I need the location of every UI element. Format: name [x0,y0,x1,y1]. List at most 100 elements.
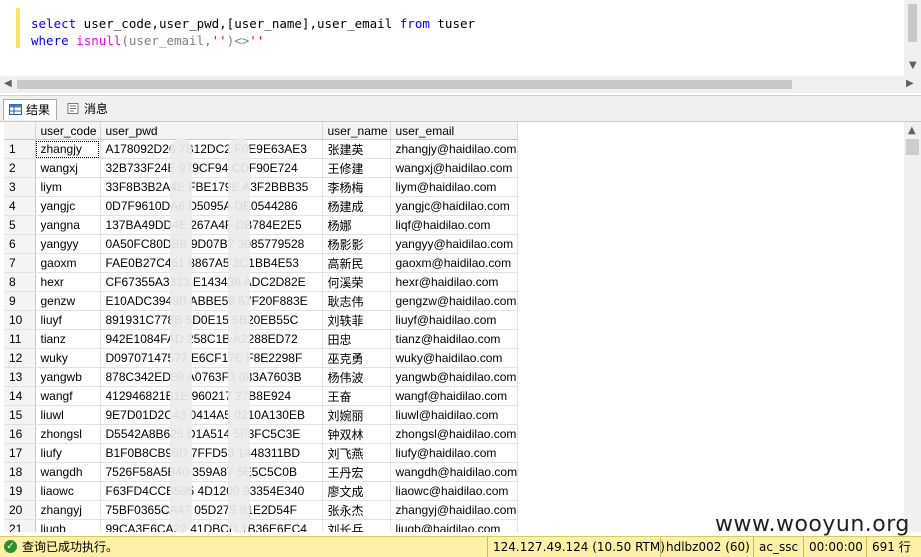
cell-user-name[interactable]: 杨伟波 [322,367,391,387]
sql-editor[interactable]: select user_code,user_pwd,[user_name],us… [0,0,921,76]
cell-user-pwd[interactable]: 75BF0365CA47 05D275 81E2D54F [100,500,323,520]
cell-user-pwd[interactable]: A178092D26 7B12DC2 F0E9E63AE3 [100,139,323,159]
cell-user-email[interactable]: hexr@haidilao.com [390,272,519,292]
row-number[interactable]: 1 [4,139,36,159]
cell-user-code[interactable]: liugb [35,519,101,532]
cell-user-pwd[interactable]: FAE0B27C451 8867A5 3C1BB4E53 [100,253,323,273]
cell-user-name[interactable]: 刘长兵 [322,519,391,532]
cell-user-pwd[interactable]: 891931C778B 5D0E15 5B20EB55C [100,310,323,330]
table-row[interactable]: 18 wangdh 7526F58A5B40 359A87 5E5C5C0B 王丹宏 w… [4,462,519,482]
cell-user-email[interactable]: liym@haidilao.com [390,177,519,197]
cell-user-code[interactable]: liuyf [35,310,101,330]
cell-user-email[interactable]: gaoxm@haidilao.com [390,253,519,273]
row-number[interactable]: 16 [4,424,36,444]
cell-user-pwd[interactable]: 137BA49DD4E 267A4F DB784E2E5 [100,215,323,235]
row-number[interactable]: 13 [4,367,36,387]
scroll-down-icon[interactable]: ▼ [909,60,917,71]
cell-user-pwd[interactable]: CF67355A3333 E143439 ADC2D82E [100,272,323,292]
cell-user-email[interactable]: zhongsl@haidilao.com [390,424,519,444]
cell-user-code[interactable]: yangna [35,215,101,235]
table-row[interactable]: 7 gaoxm FAE0B27C451 8867A5 3C1BB4E53 高新民 gao… [4,253,519,273]
cell-user-name[interactable]: 杨影影 [322,234,391,254]
row-number[interactable]: 12 [4,348,36,368]
row-number[interactable]: 20 [4,500,36,520]
row-number[interactable]: 9 [4,291,36,311]
table-row[interactable]: 16 zhongsl D5542A8B625 D1A514 5F3FC5C3E 钟双林… [4,424,519,444]
row-number[interactable]: 21 [4,519,36,532]
cell-user-email[interactable]: liufy@haidilao.com [390,443,519,463]
editor-horizontal-scrollbar[interactable]: ◀ ▶ [0,76,921,93]
table-row[interactable]: 9 genzw E10ADC3949B ABBE56 57F20F883E 耿志伟 ge… [4,291,519,311]
grid-vscroll-thumb[interactable] [906,139,919,155]
cell-user-code[interactable]: wuky [35,348,101,368]
table-row[interactable]: 13 yangwb 878C342ED89 A0763F3 083A7603B 杨伟波… [4,367,519,387]
cell-user-pwd[interactable]: 412946821B1E 960217 27B8E924 [100,386,323,406]
cell-user-email[interactable]: zhangyj@haidilao.com [390,500,519,520]
row-number[interactable]: 18 [4,462,36,482]
grid-vertical-scrollbar[interactable]: ▲ [904,122,921,532]
table-row[interactable]: 12 wuky D09707147577 E6CF17E F8E2298F 巫克勇 wu… [4,348,519,368]
cell-user-name[interactable]: 刘飞燕 [322,443,391,463]
table-row[interactable]: 14 wangf 412946821B1E 960217 27B8E924 王奋 wan… [4,386,519,406]
cell-user-code[interactable]: wangdh [35,462,101,482]
cell-user-code[interactable]: zhangjy [35,139,101,159]
cell-user-code[interactable]: wangf [35,386,101,406]
cell-user-pwd[interactable]: D5542A8B625 D1A514 5F3FC5C3E [100,424,323,444]
table-row[interactable]: 4 yangjc 0D7F9610DA6 D5095A DE0544286 杨建成 ya… [4,196,519,216]
cell-user-name[interactable]: 李杨梅 [322,177,391,197]
row-number[interactable]: 2 [4,158,36,178]
tab-messages[interactable]: 消息 [62,99,114,119]
cell-user-code[interactable]: yangyy [35,234,101,254]
cell-user-email[interactable]: liaowc@haidilao.com [390,481,519,501]
column-header-user-name[interactable]: user_name [322,122,391,140]
cell-user-pwd[interactable]: 7526F58A5B40 359A87 5E5C5C0B [100,462,323,482]
row-number[interactable]: 6 [4,234,36,254]
scroll-up-icon[interactable]: ▲ [908,125,916,136]
editor-vertical-scrollbar[interactable]: ▼ [904,0,921,76]
cell-user-code[interactable]: yangjc [35,196,101,216]
row-number[interactable]: 19 [4,481,36,501]
table-row[interactable]: 6 yangyy 0A50FC80DBB 9D07B7 3085779528 杨影影 y… [4,234,519,254]
cell-user-name[interactable]: 王奋 [322,386,391,406]
cell-user-name[interactable]: 刘轶菲 [322,310,391,330]
cell-user-name[interactable]: 高新民 [322,253,391,273]
row-number[interactable]: 10 [4,310,36,330]
cell-user-code[interactable]: gaoxm [35,253,101,273]
cell-user-email[interactable]: tianz@haidilao.com [390,329,519,349]
cell-user-code[interactable]: liuwl [35,405,101,425]
cell-user-code[interactable]: zhongsl [35,424,101,444]
cell-user-name[interactable]: 刘婉丽 [322,405,391,425]
cell-user-pwd[interactable]: 9E7D01D2C43 0414A5 0210A130EB [100,405,323,425]
column-header-user-pwd[interactable]: user_pwd [100,122,323,140]
cell-user-pwd[interactable]: E10ADC3949B ABBE56 57F20F883E [100,291,323,311]
cell-user-name[interactable]: 王修建 [322,158,391,178]
cell-user-code[interactable]: liym [35,177,101,197]
cell-user-name[interactable]: 廖文成 [322,481,391,501]
scroll-left-icon[interactable]: ◀ [4,78,12,89]
cell-user-name[interactable]: 杨娜 [322,215,391,235]
tab-results[interactable]: 结果 [3,99,58,120]
cell-user-email[interactable]: wuky@haidilao.com [390,348,519,368]
row-number[interactable]: 4 [4,196,36,216]
cell-user-name[interactable]: 巫克勇 [322,348,391,368]
column-header-user-email[interactable]: user_email [390,122,519,140]
cell-user-email[interactable]: wangf@haidilao.com [390,386,519,406]
cell-user-email[interactable]: yangyy@haidilao.com [390,234,519,254]
row-number[interactable]: 5 [4,215,36,235]
cell-user-email[interactable]: liqf@haidilao.com [390,215,519,235]
editor-vscroll-thumb[interactable] [908,4,917,42]
row-number[interactable]: 11 [4,329,36,349]
cell-user-email[interactable]: yangjc@haidilao.com [390,196,519,216]
editor-hscroll-thumb[interactable] [17,80,792,89]
cell-user-pwd[interactable]: 32B733F24E 979CF94 CDF90E724 [100,158,323,178]
cell-user-name[interactable]: 杨建成 [322,196,391,216]
cell-user-email[interactable]: yangwb@haidilao.com [390,367,519,387]
cell-user-name[interactable]: 张建英 [322,139,391,159]
cell-user-pwd[interactable]: 0A50FC80DBB 9D07B7 3085779528 [100,234,323,254]
cell-user-code[interactable]: genzw [35,291,101,311]
table-row[interactable]: 10 liuyf 891931C778B 5D0E15 5B20EB55C 刘轶菲 li… [4,310,519,330]
results-grid[interactable]: user_code user_pwd user_name user_email … [4,122,904,532]
row-number[interactable]: 17 [4,443,36,463]
cell-user-pwd[interactable]: 0D7F9610DA6 D5095A DE0544286 [100,196,323,216]
cell-user-code[interactable]: zhangyj [35,500,101,520]
